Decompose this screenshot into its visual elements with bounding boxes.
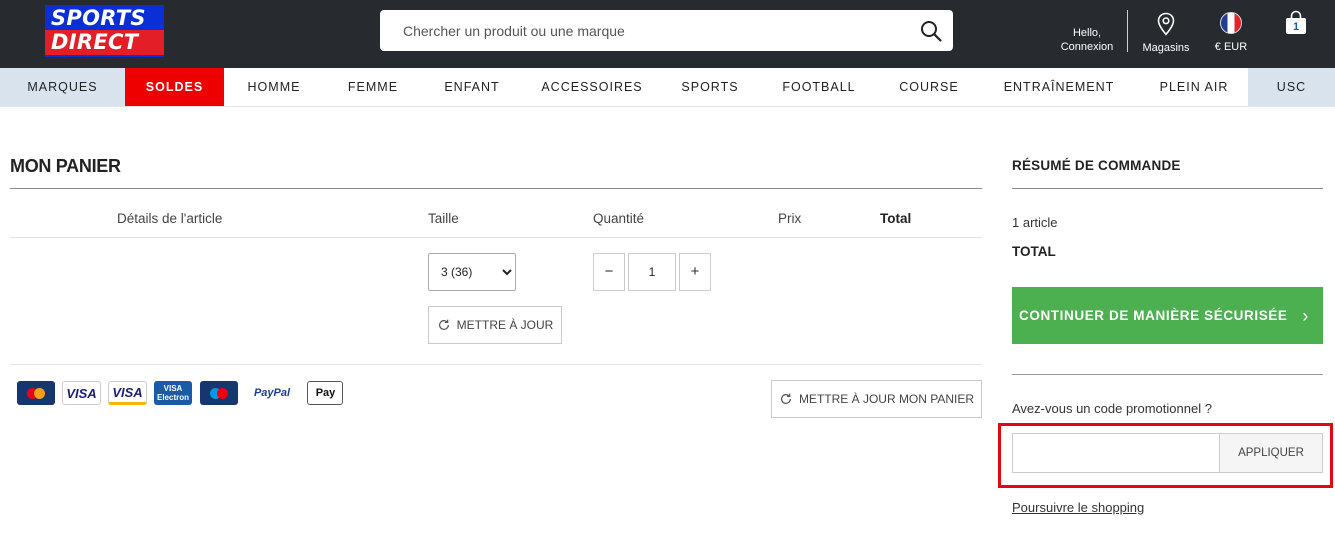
nav-item-homme[interactable]: HOMME <box>224 68 324 106</box>
refresh-icon <box>438 319 449 330</box>
nav-item-usc[interactable]: USC <box>1248 68 1335 106</box>
nav-item-sports[interactable]: SPORTS <box>662 68 758 106</box>
quantity-input[interactable] <box>628 253 676 291</box>
nav-item-football[interactable]: FOOTBALL <box>758 68 880 106</box>
currency-label: € EUR <box>1214 41 1248 53</box>
nav-item-marques[interactable]: MARQUES <box>0 68 125 106</box>
col-header-size: Taille <box>428 211 459 226</box>
total-label: TOTAL <box>1012 244 1056 259</box>
cart-title: MON PANIER <box>10 156 121 176</box>
quantity-increment-button[interactable]: + <box>679 253 711 291</box>
order-summary-title: RÉSUMÉ DE COMMANDE <box>1012 158 1181 173</box>
update-cart-button[interactable]: METTRE À JOUR MON PANIER <box>771 380 982 418</box>
item-row-divider <box>10 364 982 365</box>
visa-icon: VISA <box>62 381 101 405</box>
update-item-label: METTRE À JOUR <box>456 318 554 332</box>
cart-link[interactable]: 1 <box>1281 10 1311 36</box>
paypal-text: PayPal <box>253 387 291 399</box>
visa-electron-top: VISA <box>163 384 183 393</box>
nav-item-plein-air[interactable]: PLEIN AIR <box>1140 68 1248 106</box>
secure-checkout-button[interactable]: CONTINUER DE MANIÈRE SÉCURISÉE › <box>1012 287 1323 344</box>
refresh-icon <box>780 393 791 404</box>
visa-electron-icon: VISA Electron <box>154 381 192 405</box>
nav-item-femme[interactable]: FEMME <box>324 68 422 106</box>
summary-divider <box>1012 374 1323 375</box>
nav-item-course[interactable]: COURSE <box>880 68 978 106</box>
checkout-label: CONTINUER DE MANIÈRE SÉCURISÉE <box>1019 308 1288 323</box>
chevron-right-icon: › <box>1302 306 1309 326</box>
nav-item-enfant[interactable]: ENFANT <box>422 68 522 106</box>
nav-item-accessoires[interactable]: ACCESSOIRES <box>522 68 662 106</box>
nav-item-entrainement[interactable]: ENTRAÎNEMENT <box>978 68 1140 106</box>
col-header-details: Détails de l'article <box>117 211 223 226</box>
apple-pay-text: Pay <box>315 387 336 399</box>
visa-debit-text: VISA <box>112 384 143 400</box>
search-icon[interactable] <box>919 19 943 43</box>
logo-line1: SPORTS <box>51 6 146 30</box>
visa-text: VISA <box>66 385 97 401</box>
col-header-price: Prix <box>778 211 802 226</box>
size-select[interactable]: 3 (36) <box>428 253 516 291</box>
cart-title-divider <box>10 188 982 189</box>
promo-question: Avez-vous un code promotionnel ? <box>1012 401 1212 416</box>
header-row-divider <box>10 237 982 238</box>
map-pin-icon <box>1157 12 1175 36</box>
apple-pay-icon: Pay <box>307 381 343 405</box>
nav-item-soldes[interactable]: SOLDES <box>125 68 224 106</box>
apply-promo-button[interactable]: APPLIQUER <box>1219 433 1323 473</box>
login-text: Connexion <box>1060 41 1114 53</box>
stores-label: Magasins <box>1142 42 1190 54</box>
update-cart-label: METTRE À JOUR MON PANIER <box>798 392 975 406</box>
col-header-total: Total <box>880 211 912 226</box>
visa-electron-bottom: Electron <box>156 393 189 402</box>
currency-selector[interactable]: € EUR <box>1205 12 1257 54</box>
summary-title-divider <box>1012 188 1323 189</box>
france-flag-icon <box>1220 12 1242 34</box>
visa-debit-icon: VISA <box>108 381 147 405</box>
search-bar <box>380 10 953 51</box>
items-count: 1 article <box>1012 215 1058 230</box>
search-input[interactable] <box>380 10 900 51</box>
update-item-button[interactable]: METTRE À JOUR <box>428 306 562 344</box>
hello-text: Hello, <box>1072 27 1102 39</box>
site-header: SPORTS DIRECT Hello, Connexion Magasins … <box>0 0 1335 68</box>
logo-line2: DIRECT <box>45 30 164 55</box>
col-header-quantity: Quantité <box>593 211 645 226</box>
continue-shopping-link[interactable]: Poursuivre le shopping <box>1012 500 1144 515</box>
maestro-icon <box>200 381 238 405</box>
main-navigation: MARQUES SOLDES HOMME FEMME ENFANT ACCESS… <box>0 68 1335 107</box>
promo-code-input[interactable] <box>1012 433 1220 473</box>
mastercard-icon <box>17 381 55 405</box>
quantity-decrement-button[interactable]: − <box>593 253 625 291</box>
paypal-icon: PayPal <box>246 381 298 405</box>
stores-link[interactable]: Magasins <box>1138 12 1194 55</box>
header-divider <box>1127 10 1128 52</box>
sports-direct-logo[interactable]: SPORTS DIRECT <box>45 5 164 57</box>
account-link[interactable]: Hello, Connexion <box>1049 26 1125 54</box>
cart-count-badge: 1 <box>1292 21 1300 33</box>
